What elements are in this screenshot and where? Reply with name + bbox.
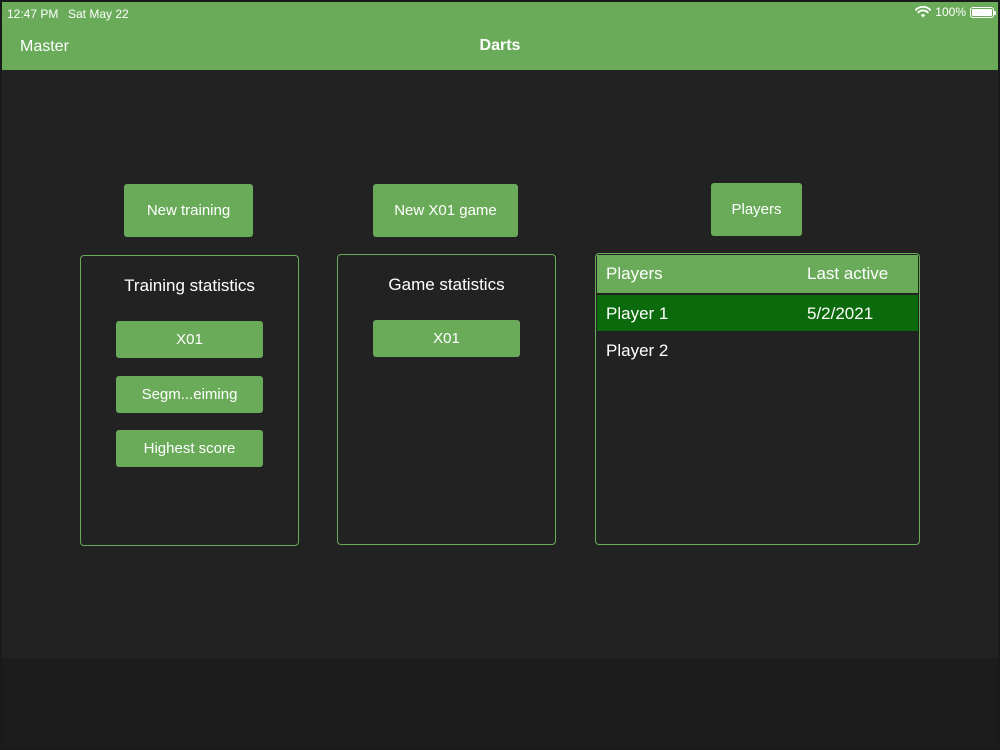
player-last-active: 5/2/2021 (807, 304, 874, 323)
status-indicators: 100% (915, 5, 996, 19)
players-table-panel: Players Last active Player 1 5/2/2021 Pl… (595, 253, 920, 545)
app-screen: 12:47 PM Sat May 22 100% Master Darts Ne… (2, 2, 998, 748)
header-players: Players (606, 264, 663, 283)
status-time: 12:47 PM (7, 7, 59, 21)
training-segment-aiming-button[interactable]: Segm...eiming (116, 376, 263, 413)
players-table-header: Players Last active (597, 255, 918, 293)
battery-percent: 100% (935, 5, 966, 19)
training-x01-button[interactable]: X01 (116, 321, 263, 358)
new-x01-game-button[interactable]: New X01 game (373, 184, 518, 237)
player-name: Player 1 (606, 304, 669, 323)
table-row[interactable]: Player 1 5/2/2021 (597, 295, 918, 331)
navigation-bar: 12:47 PM Sat May 22 100% Master Darts (2, 2, 998, 70)
player-name: Player 2 (606, 341, 669, 360)
training-highest-score-button[interactable]: Highest score (116, 430, 263, 467)
game-x01-button[interactable]: X01 (373, 320, 520, 357)
status-date: Sat May 22 (68, 7, 129, 21)
table-row[interactable]: Player 2 (597, 332, 918, 368)
players-button[interactable]: Players (711, 183, 802, 236)
new-training-button[interactable]: New training (124, 184, 253, 237)
bottom-area (2, 658, 998, 748)
training-statistics-title: Training statistics (124, 276, 255, 295)
battery-icon (970, 6, 996, 18)
game-statistics-title: Game statistics (388, 275, 505, 294)
wifi-icon (915, 6, 932, 18)
header-last-active: Last active (807, 264, 889, 283)
game-statistics-panel: Game statistics (337, 254, 556, 545)
page-title: Darts (479, 37, 521, 54)
